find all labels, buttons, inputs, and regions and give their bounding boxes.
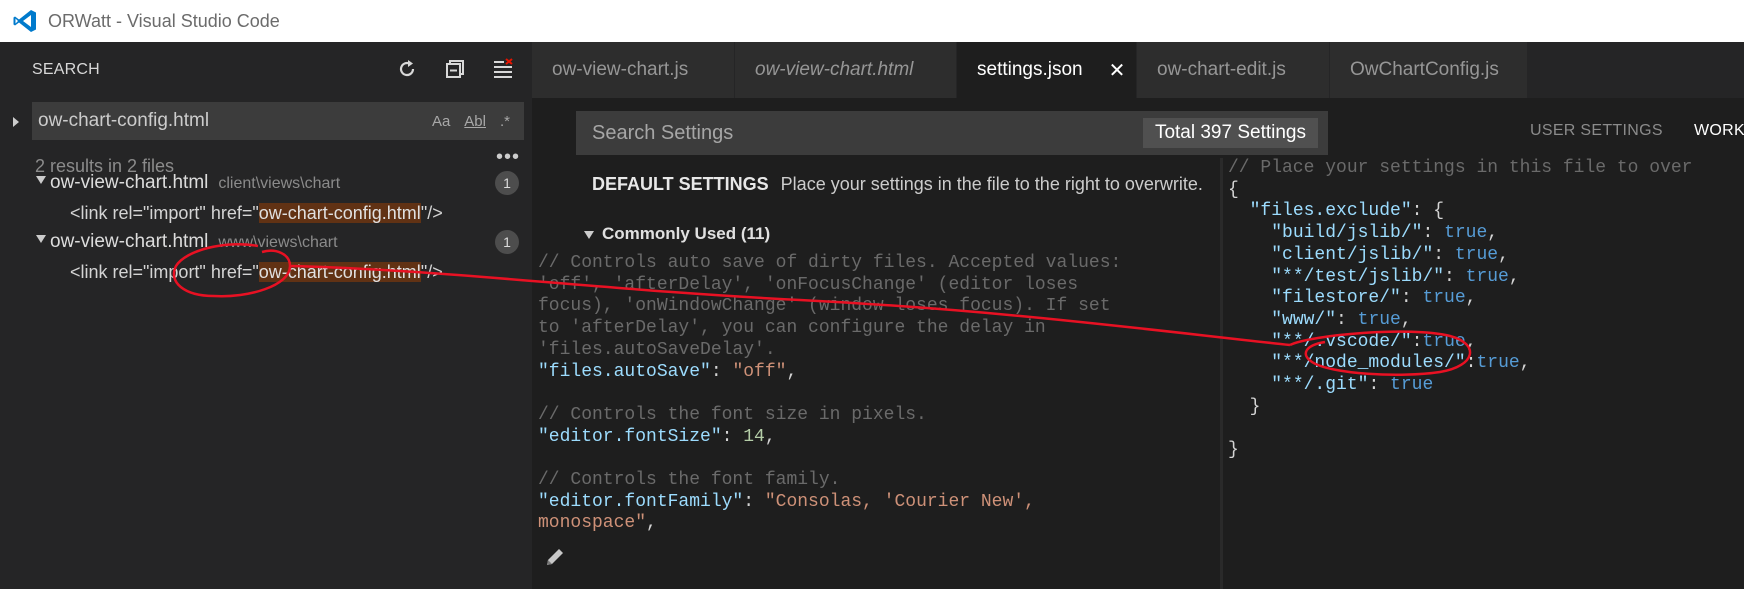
search-sidebar: SEARCH ow-chart-config.html Aa Abl .* ••… xyxy=(0,42,532,589)
editor-tabs: ow-view-chart.js ow-view-chart.html sett… xyxy=(532,42,1744,98)
code-line: // Controls the font size in pixels. xyxy=(538,404,927,425)
settings-search-placeholder[interactable]: Search Settings xyxy=(576,122,1143,145)
tab-ow-chart-edit-js[interactable]: ow-chart-edit.js xyxy=(1137,42,1330,98)
result-file-row[interactable]: ow-view-chart.html client\views\chart 1 xyxy=(0,167,532,199)
code-line: focus), 'onWindowChange' (window loses f… xyxy=(538,296,1111,317)
code-line: "build/jslib/": true, xyxy=(1271,223,1499,244)
search-row: ow-chart-config.html Aa Abl .* ••• xyxy=(0,98,532,168)
code-line: "files.autoSave": "off", xyxy=(538,361,798,382)
sidebar-header: SEARCH xyxy=(0,42,532,98)
search-input[interactable]: ow-chart-config.html Aa Abl .* xyxy=(32,102,524,140)
code-line: "client/jslib/": true, xyxy=(1271,244,1509,265)
collapse-all-icon[interactable] xyxy=(442,56,468,82)
code-line: 'off', 'afterDelay', 'onFocusChange' (ed… xyxy=(538,274,1079,295)
vscode-logo-icon xyxy=(13,10,36,32)
code-line: } xyxy=(1228,440,1239,461)
code-line: "**/.git": true xyxy=(1271,375,1434,396)
code-line: "**/.vscode/":true, xyxy=(1271,331,1477,352)
result-file-name: ow-view-chart.html www\views\chart xyxy=(50,231,338,252)
result-file-path: client\views\chart xyxy=(218,175,341,192)
match-highlight: ow-chart-config.html xyxy=(258,203,421,223)
workspace-settings-code[interactable]: // Place your settings in this file to o… xyxy=(1228,158,1692,462)
tab-workspace-settings[interactable]: WORK xyxy=(1694,122,1744,140)
result-match-line[interactable]: <link rel="import" href="ow-chart-config… xyxy=(70,262,443,283)
more-options-icon[interactable]: ••• xyxy=(496,146,520,169)
pane-divider[interactable] xyxy=(1220,158,1223,589)
result-file-path: www\views\chart xyxy=(218,234,338,251)
tab-settings-json[interactable]: settings.json ✕ xyxy=(957,42,1137,98)
window-title: ORWatt - Visual Studio Code xyxy=(48,10,280,31)
code-line: "filestore/": true, xyxy=(1271,288,1477,309)
workspace-settings-pane: // Place your settings in this file to o… xyxy=(1228,158,1744,589)
search-input-value[interactable]: ow-chart-config.html xyxy=(32,110,432,132)
result-count-badge: 1 xyxy=(495,171,519,195)
code-line: 'files.autoSaveDelay'. xyxy=(538,339,776,360)
result-count-badge: 1 xyxy=(495,230,519,254)
collapse-arrow-icon[interactable] xyxy=(584,230,594,239)
code-line: { xyxy=(1228,179,1239,200)
sidebar-title: SEARCH xyxy=(32,61,100,78)
code-line: // Place your settings in this file to o… xyxy=(1228,158,1693,178)
settings-search-input[interactable]: Search Settings Total 397 Settings xyxy=(576,111,1328,155)
tab-ow-view-chart-html[interactable]: ow-view-chart.html xyxy=(735,42,957,98)
code-line: "editor.fontFamily": "Consolas, 'Courier… xyxy=(538,491,1035,512)
code-line: "files.exclude": { xyxy=(1249,201,1445,222)
code-line: } xyxy=(1228,396,1261,417)
close-tab-icon[interactable]: ✕ xyxy=(1109,58,1126,83)
code-line: "www/": true, xyxy=(1271,309,1412,330)
code-line: "**/test/jslib/": true, xyxy=(1271,266,1520,287)
whole-word-toggle[interactable]: Abl xyxy=(464,113,486,130)
match-highlight: ow-chart-config.html xyxy=(258,262,421,282)
result-match-line[interactable]: <link rel="import" href="ow-chart-config… xyxy=(70,203,443,224)
default-settings-pane: DEFAULT SETTINGS Place your settings in t… xyxy=(532,158,1222,589)
code-line: "editor.fontSize": 14, xyxy=(538,426,776,447)
clear-results-icon[interactable] xyxy=(490,56,516,82)
code-line: "**/node_modules/":true, xyxy=(1271,353,1531,374)
code-line: monospace", xyxy=(538,513,657,534)
regex-toggle[interactable]: .* xyxy=(500,113,510,130)
settings-editor: Search Settings Total 397 Settings USER … xyxy=(532,98,1744,589)
toggle-replace-icon[interactable] xyxy=(12,116,20,128)
tab-user-settings[interactable]: USER SETTINGS xyxy=(1530,122,1663,140)
expand-arrow-icon[interactable] xyxy=(36,235,46,243)
code-line: // Controls the font family. xyxy=(538,470,841,491)
title-bar: ORWatt - Visual Studio Code xyxy=(0,0,1744,42)
tab-ow-view-chart-js[interactable]: ow-view-chart.js xyxy=(532,42,735,98)
result-file-row[interactable]: ow-view-chart.html www\views\chart 1 xyxy=(0,226,532,258)
default-settings-hint: Place your settings in the file to the r… xyxy=(780,174,1203,194)
code-line: // Controls auto save of dirty files. Ac… xyxy=(538,253,1122,273)
result-file-name: ow-view-chart.html client\views\chart xyxy=(50,172,341,193)
default-settings-code: // Controls auto save of dirty files. Ac… xyxy=(538,253,1121,535)
refresh-icon[interactable] xyxy=(394,56,420,82)
default-settings-heading: DEFAULT SETTINGS Place your settings in t… xyxy=(592,174,1203,194)
match-case-toggle[interactable]: Aa xyxy=(432,113,450,130)
tab-owchartconfig-js[interactable]: OwChartConfig.js xyxy=(1330,42,1528,98)
commonly-used-group[interactable]: Commonly Used (11) xyxy=(584,224,770,244)
settings-count-badge: Total 397 Settings xyxy=(1142,118,1318,148)
code-line: to 'afterDelay', you can configure the d… xyxy=(538,318,1046,339)
expand-arrow-icon[interactable] xyxy=(36,176,46,184)
edit-pencil-icon[interactable] xyxy=(544,546,566,568)
